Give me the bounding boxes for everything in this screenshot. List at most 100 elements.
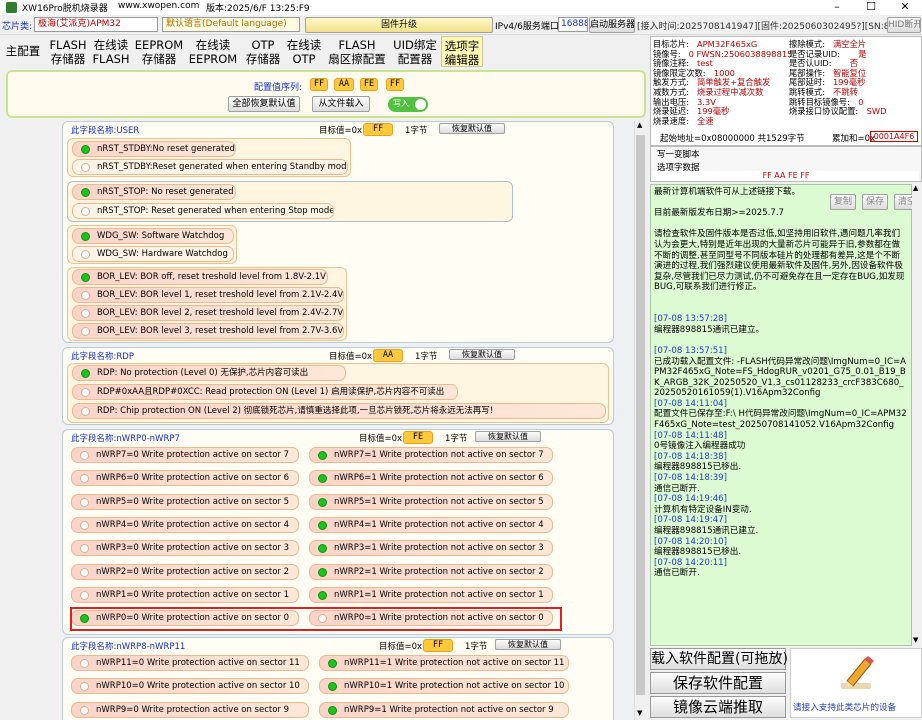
checksum-label: 累加和=0x xyxy=(832,134,876,144)
tab-main-config[interactable]: 主配置 xyxy=(2,36,44,67)
section-header: 此字段名称:RDP 目标值=0x AA 1字节 恢复默认值 xyxy=(63,348,613,362)
chip-select[interactable]: 极海(艾派克)APM32 xyxy=(34,17,158,32)
option-wrp0-right[interactable]: nWRP2=1 Write protection not active on s… xyxy=(309,563,553,580)
log-line: 编程器898815已移出. xyxy=(654,547,742,558)
log-timestamp: [07-08 14:19:46] xyxy=(654,494,728,505)
option-nrst-stop-no-reset[interactable]: nRST_STOP: No reset generated xyxy=(72,184,236,200)
config-seq-value: FE xyxy=(360,78,378,91)
option-wrp0-right[interactable]: nWRP1=1 Write protection not active on s… xyxy=(309,586,553,603)
option-bytes-scroll-area[interactable]: 此字段名称:USER 目标值=0x FF 1字节 恢复默认值 nRST_STDB… xyxy=(62,121,634,720)
tab-uid-binding[interactable]: UID绑定 配置器 xyxy=(390,36,440,67)
option-label: RDP: Chip protection ON (Level 2) 彻底锁死芯片… xyxy=(97,406,494,416)
restore-default-button[interactable]: 恢复默认值 xyxy=(439,123,505,134)
option-bor-level-3[interactable]: BOR_LEV: BOR level 3, reset treshold lev… xyxy=(72,323,344,339)
option-wrp0-right[interactable]: nWRP7=1 Write protection not active on s… xyxy=(309,447,553,463)
option-wrp0-right[interactable]: nWRP3=1 Write protection not active on s… xyxy=(309,540,553,557)
tab-otp-memory[interactable]: OTP 存储器 xyxy=(243,36,283,67)
option-label: nWRP7=1 Write protection not active on s… xyxy=(334,450,544,460)
option-wrp0-left[interactable]: nWRP4=0 Write protection active on secto… xyxy=(71,516,299,533)
option-wrp8-left[interactable]: nWRP11=0 Write protection active on sect… xyxy=(71,655,309,671)
log-scrollbar[interactable]: ▲ ▼ xyxy=(912,184,922,646)
tab-flash-memory[interactable]: FLASH 存储器 xyxy=(46,36,90,67)
write-toggle[interactable]: 写入 xyxy=(388,97,428,112)
option-label: nWRP5=0 Write protection active on secto… xyxy=(96,496,290,507)
restore-default-button[interactable]: 恢复默认值 xyxy=(495,639,561,650)
option-wrp8-right[interactable]: nWRP9=1 Write protection not active on s… xyxy=(319,701,569,718)
radio-selected-icon xyxy=(318,497,327,507)
tab-read-otp[interactable]: 在线读 OTP xyxy=(284,36,324,67)
hid-disconnect-button[interactable]: HID断开 xyxy=(887,17,921,33)
info-value: 是 xyxy=(858,48,867,59)
tab-label: 编辑器 xyxy=(444,53,480,67)
option-wrp0-left[interactable]: nWRP3=0 Write protection active on secto… xyxy=(71,540,299,557)
pencil-icon xyxy=(841,656,874,689)
language-select[interactable]: 默认语言(Default language) xyxy=(162,17,300,32)
option-wrp8-left[interactable]: nWRP10=0 Write protection active on sect… xyxy=(71,678,309,695)
option-wrp0-left[interactable]: nWRP1=0 Write protection active on secto… xyxy=(71,586,299,603)
option-bor-off[interactable]: BOR_LEV: BOR off, reset treshold level f… xyxy=(72,269,328,285)
info-value: 满空全片 xyxy=(833,39,867,49)
radio-selected-icon xyxy=(328,659,337,668)
minimize-icon[interactable]: – xyxy=(820,0,854,15)
tab-eeprom-memory[interactable]: EEPROM 存储器 xyxy=(133,36,185,67)
option-wrp0-left[interactable]: nWRP5=0 Write protection active on secto… xyxy=(71,493,299,510)
load-from-file-button[interactable]: 从文件载入 xyxy=(312,96,370,112)
option-wrp0-left[interactable]: nWRP2=0 Write protection active on secto… xyxy=(71,563,299,580)
option-wrp0-left[interactable]: nWRP7=0 Write protection active on secto… xyxy=(71,447,299,463)
tab-read-eeprom[interactable]: 在线读 EEPROM xyxy=(186,36,240,67)
option-wdg-hardware[interactable]: WDG_SW: Hardware Watchdog xyxy=(72,246,234,262)
port-input[interactable]: 16888 xyxy=(558,17,588,32)
option-rdp-level-1[interactable]: RDP#0xAA且RDP#0XCC: Read protection ON (L… xyxy=(72,384,458,400)
option-wrp8-right[interactable]: nWRP10=1 Write protection not active on … xyxy=(319,678,569,695)
scrollbar[interactable]: ▲ ▼ xyxy=(634,121,646,720)
option-group-wdg-sw: WDG_SW: Software Watchdog WDG_SW: Hardwa… xyxy=(67,225,237,264)
save-config-button[interactable]: 保存软件配置 xyxy=(650,672,786,694)
copy-log-button[interactable]: 复制 xyxy=(830,194,856,210)
port-label: IPv4/6服务端口: xyxy=(495,22,562,32)
tab-read-flash[interactable]: 在线读 FLASH xyxy=(90,36,132,67)
tab-sector-erase[interactable]: FLASH 扇区擦配置 xyxy=(326,36,388,67)
option-bor-level-2[interactable]: BOR_LEV: BOR level 2, reset treshold lev… xyxy=(72,305,344,321)
option-wdg-software[interactable]: WDG_SW: Software Watchdog xyxy=(72,228,234,244)
close-icon[interactable]: ✕ xyxy=(888,0,922,15)
target-value: AA xyxy=(373,349,403,362)
restore-all-defaults-button[interactable]: 全部恢复默认值 xyxy=(228,96,300,112)
option-nrst-stdby-no-reset[interactable]: nRST_STDBY:No reset generated xyxy=(72,141,236,157)
option-group-nrst-stop: nRST_STOP: No reset generated nRST_STOP:… xyxy=(67,181,513,222)
option-wrp0-right[interactable]: nWRP4=1 Write protection not active on s… xyxy=(309,516,553,533)
address-line: 起始地址=0x08000000 共1529字节 累加和=0x 0001A4F6 xyxy=(652,131,920,144)
save-log-button[interactable]: 保存 xyxy=(862,194,888,210)
log-timestamp: [07-08 14:11:04] xyxy=(654,398,728,409)
start-server-button[interactable]: 启动服务器 xyxy=(589,17,635,33)
maximize-icon[interactable]: ☐ xyxy=(854,0,888,15)
info-value: 199毫秒 xyxy=(697,106,730,117)
option-wrp0-right[interactable]: nWRP6=1 Write protection not active on s… xyxy=(309,470,553,487)
tab-option-byte-editor[interactable]: 选项字 编辑器 xyxy=(441,36,483,67)
option-wrp8-right[interactable]: nWRP11=1 Write protection not active on … xyxy=(319,655,569,671)
radio-icon xyxy=(80,567,89,577)
load-config-button[interactable]: 载入软件配置(可拖放) xyxy=(650,648,788,670)
scroll-down-icon[interactable]: ▼ xyxy=(637,709,642,717)
firmware-upgrade-button[interactable]: 固件升级 xyxy=(305,17,493,33)
option-rdp-level-2[interactable]: RDP: Chip protection ON (Level 2) 彻底锁死芯片… xyxy=(72,403,606,419)
scroll-up-icon[interactable]: ▲ xyxy=(637,121,642,129)
log-panel[interactable]: 最新计算机端软件可从上述链接下载。 目前最新版发布日期>=2025.7.7 请检… xyxy=(650,184,912,646)
scroll-up-icon[interactable]: ▲ xyxy=(913,184,918,192)
option-wrp8-left[interactable]: nWRP9=0 Write protection active on secto… xyxy=(71,701,309,718)
restore-default-button[interactable]: 恢复默认值 xyxy=(449,349,515,360)
option-bor-level-1[interactable]: BOR_LEV: BOR level 1, reset treshold lev… xyxy=(72,287,344,303)
scroll-thumb[interactable] xyxy=(636,135,645,695)
restore-default-button[interactable]: 恢复默认值 xyxy=(475,431,541,442)
scroll-down-icon[interactable]: ▼ xyxy=(913,636,918,644)
section-user: 此字段名称:USER 目标值=0x FF 1字节 恢复默认值 nRST_STDB… xyxy=(62,121,614,343)
info-key: 跳转模式: xyxy=(789,87,825,97)
cloud-pull-button[interactable]: 镜像云端推取 xyxy=(650,696,786,718)
option-nrst-stdby-reset[interactable]: nRST_STDBY:Reset generated when entering… xyxy=(72,159,348,175)
option-wrp0-right[interactable]: nWRP5=1 Write protection not active on s… xyxy=(309,493,553,510)
option-rdp-level-0[interactable]: RDP: No protection (Level 0) 无保护,芯片内容可读出 xyxy=(72,365,346,381)
option-wrp0-left[interactable]: nWRP6=0 Write protection active on secto… xyxy=(71,470,299,487)
tab-label: 存储器 xyxy=(141,52,177,66)
option-nrst-stop-reset[interactable]: nRST_STOP: Reset generated when entering… xyxy=(72,203,334,219)
